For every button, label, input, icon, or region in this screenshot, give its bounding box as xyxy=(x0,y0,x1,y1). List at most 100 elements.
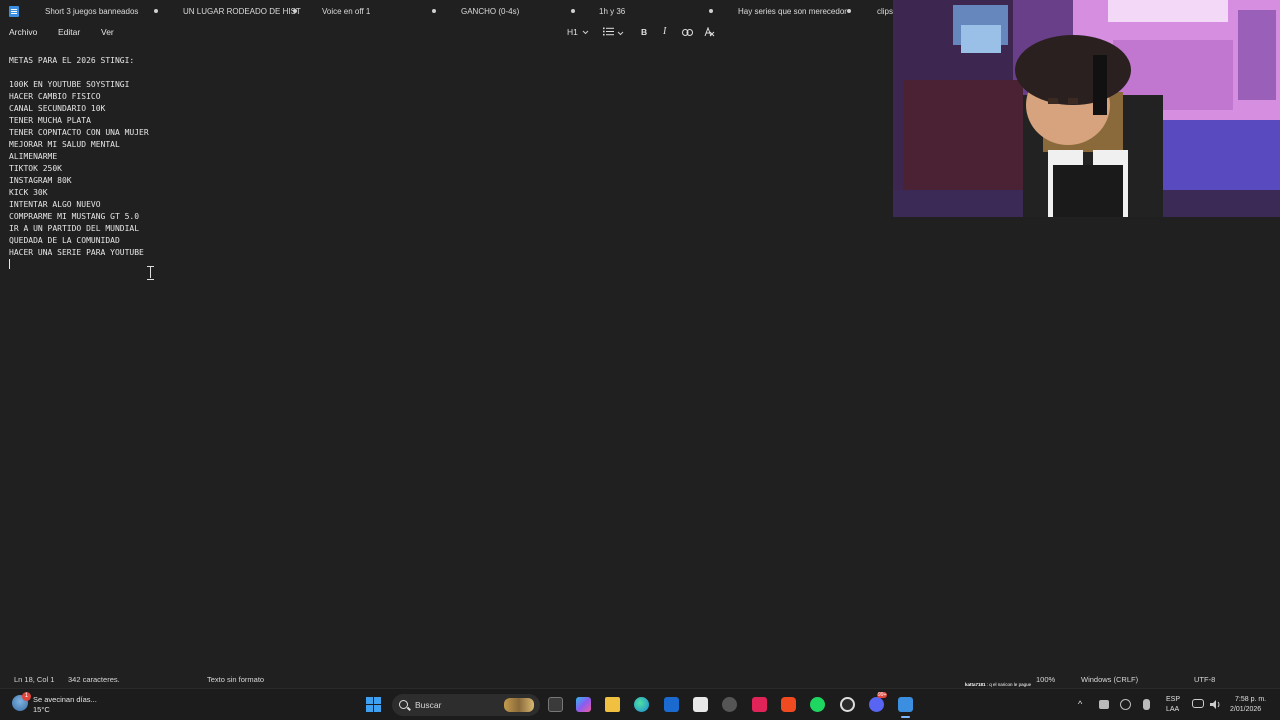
unsaved-dot-icon xyxy=(847,9,851,13)
editor-line: MEJORAR MI SALUD MENTAL xyxy=(9,140,120,149)
unsaved-dot-icon xyxy=(709,9,713,13)
menu-editar[interactable]: Editar xyxy=(58,27,80,37)
editor-line: HACER CAMBIO FISICO xyxy=(9,92,101,101)
brave-browser-icon[interactable] xyxy=(781,697,796,712)
task-view-icon[interactable] xyxy=(548,697,563,712)
tab-gancho[interactable]: GANCHO (0-4s) xyxy=(444,0,582,22)
editor-line: HACER UNA SERIE PARA YOUTUBE xyxy=(9,248,144,257)
tab-label: Short 3 juegos banneados xyxy=(45,6,139,16)
tab-label: Voice en off 1 xyxy=(322,6,371,16)
weather-temperature: 15°C xyxy=(33,705,50,714)
chevron-down-icon xyxy=(582,30,589,35)
menu-archivo[interactable]: Archivo xyxy=(9,27,37,37)
chevron-down-icon xyxy=(618,31,624,36)
microphone-icon[interactable] xyxy=(1143,699,1150,710)
heading-dropdown[interactable]: H1 xyxy=(567,27,589,37)
weather-text: Se avecinan días... xyxy=(33,695,97,704)
search-label: Buscar xyxy=(415,700,442,710)
editor-line: CANAL SECUNDARIO 10K xyxy=(9,104,106,113)
text-editor[interactable]: METAS PARA EL 2026 STINGI: 100K EN YOUTUB… xyxy=(9,55,149,271)
zoom-level[interactable]: 100% xyxy=(1036,675,1055,684)
tab-un-lugar[interactable]: UN LUGAR RODEADO DE HIST xyxy=(166,0,305,22)
notepad-icon xyxy=(9,5,19,17)
clock-time[interactable]: 7:58 p. m. xyxy=(1235,696,1266,703)
editor-line: INTENTAR ALGO NUEVO xyxy=(9,200,101,209)
volume-icon[interactable] xyxy=(1209,699,1221,710)
tab-label: Hay series que son merecedor xyxy=(738,6,847,16)
windows-logo-icon xyxy=(374,697,381,704)
onedrive-icon[interactable] xyxy=(1099,700,1109,709)
tab-1h-y-36[interactable]: 1h y 36 xyxy=(582,0,721,22)
input-language[interactable]: ESP xyxy=(1166,696,1180,703)
notepad-taskbar-icon[interactable] xyxy=(898,697,913,718)
microsoft-store-icon[interactable] xyxy=(693,697,708,712)
chat-text: q el naricon le pague xyxy=(989,682,1032,687)
text-format[interactable]: Texto sin formato xyxy=(207,675,264,684)
sync-icon[interactable] xyxy=(1120,699,1131,710)
editor-line: IR A UN PARTIDO DEL MUNDIAL xyxy=(9,224,140,233)
link-button[interactable] xyxy=(682,28,693,38)
webcam-feed-image xyxy=(893,0,1280,217)
discord-icon[interactable]: 99+ xyxy=(869,692,888,712)
unsaved-dot-icon xyxy=(154,9,158,13)
editor-line: TENER MUCHA PLATA xyxy=(9,116,91,125)
tab-label: UN LUGAR RODEADO DE HIST xyxy=(183,6,301,16)
line-ending[interactable]: Windows (CRLF) xyxy=(1081,675,1138,684)
clear-formatting-button[interactable] xyxy=(704,26,715,39)
capcut-app-icon[interactable] xyxy=(752,697,767,712)
character-count: 342 caracteres. xyxy=(68,675,120,684)
tab-label: clips.txt xyxy=(877,6,893,16)
edge-browser-icon[interactable] xyxy=(634,697,649,712)
network-icon[interactable] xyxy=(1192,699,1204,708)
tab-label: GANCHO (0-4s) xyxy=(461,6,520,16)
editor-line: METAS PARA EL 2026 STINGI: xyxy=(9,56,135,65)
outlook-icon[interactable] xyxy=(664,697,679,712)
editor-line: QUEDADA DE LA COMUNIDAD xyxy=(9,236,120,245)
copilot-icon[interactable] xyxy=(576,697,591,712)
editor-line: TENER COPNTACTO CON UNA MUJER xyxy=(9,128,149,137)
spotify-icon[interactable] xyxy=(810,697,825,712)
unsaved-dot-icon xyxy=(432,9,436,13)
search-highlight-image xyxy=(504,698,534,712)
input-layout[interactable]: LAA xyxy=(1166,706,1179,713)
file-explorer-icon[interactable] xyxy=(605,697,620,712)
heading-label: H1 xyxy=(567,27,578,37)
status-bar: Ln 18, Col 1 342 caracteres. Texto sin f… xyxy=(0,672,1280,686)
chat-username: katta7181 xyxy=(965,682,986,687)
bold-button[interactable]: B xyxy=(641,27,647,37)
start-button[interactable] xyxy=(366,697,382,713)
tab-voice-en-off[interactable]: Voice en off 1 xyxy=(305,0,444,22)
taskbar-search[interactable]: Buscar xyxy=(392,694,540,716)
discord-badge: 99+ xyxy=(877,692,888,698)
tab-clips[interactable]: clips.txt xyxy=(860,0,893,22)
settings-app-icon[interactable] xyxy=(722,697,737,712)
editor-line: COMPRARME MI MUSTANG GT 5.0 xyxy=(9,212,140,221)
menu-ver[interactable]: Ver xyxy=(101,27,114,37)
bulleted-list-icon xyxy=(603,27,614,36)
editor-line: INSTAGRAM 80K xyxy=(9,176,72,185)
webcam-overlay xyxy=(893,0,1280,217)
windows-logo-icon xyxy=(374,705,381,712)
tab-hay-series[interactable]: Hay series que son merecedor xyxy=(721,0,860,22)
clock-date[interactable]: 2/01/2026 xyxy=(1230,706,1261,713)
cursor-position: Ln 18, Col 1 xyxy=(14,675,55,684)
editor-line: 100K EN YOUTUBE SOYSTINGI xyxy=(9,80,130,89)
obs-studio-icon[interactable] xyxy=(840,697,855,712)
encoding[interactable]: UTF-8 xyxy=(1194,675,1215,684)
format-toolbar: H1 B I xyxy=(560,22,760,44)
unsaved-dot-icon xyxy=(571,9,575,13)
windows-logo-icon xyxy=(366,697,373,704)
italic-button[interactable]: I xyxy=(663,26,666,37)
editor-line: ALIMENARME xyxy=(9,152,58,161)
clear-formatting-icon xyxy=(704,26,715,37)
notification-badge: 1 xyxy=(22,692,31,701)
windows-logo-icon xyxy=(366,705,373,712)
tab-label: 1h y 36 xyxy=(599,6,626,16)
tab-bar: Short 3 juegos banneados UN LUGAR RODEAD… xyxy=(0,0,893,22)
show-hidden-icons-chevron-icon[interactable]: ^ xyxy=(1078,699,1082,709)
list-dropdown[interactable] xyxy=(603,27,624,38)
unsaved-dot-icon xyxy=(293,9,297,13)
tab-short-3-juegos[interactable]: Short 3 juegos banneados xyxy=(28,0,166,22)
text-caret xyxy=(9,259,10,269)
